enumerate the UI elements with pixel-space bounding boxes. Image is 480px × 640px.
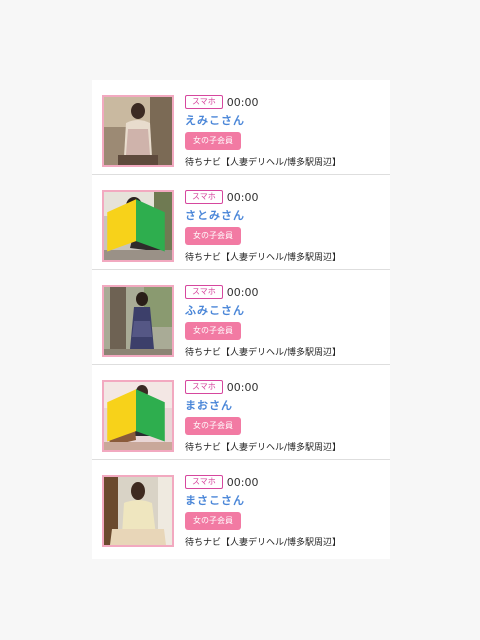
- girl-name-link[interactable]: まおさん: [185, 399, 385, 413]
- time-text: 00:00: [226, 95, 259, 109]
- member-badge: 女の子会員: [185, 417, 241, 435]
- list-item[interactable]: スマホ 00:00 えみこさん 女の子会員 待ちナビ【人妻デリヘル/博多駅周辺】: [92, 80, 390, 175]
- shop-name: 待ちナビ【人妻デリヘル/博多駅周辺】: [185, 443, 342, 453]
- member-badge: 女の子会員: [185, 132, 241, 150]
- photo-image: [104, 287, 172, 355]
- list-item[interactable]: スマホ 00:00 ふみこさん 女の子会員 待ちナビ【人妻デリヘル/博多駅周辺】: [92, 270, 390, 365]
- time-text: 00:00: [226, 380, 259, 394]
- time-text: 00:00: [226, 475, 259, 489]
- device-badge: スマホ: [185, 475, 223, 489]
- device-badge: スマホ: [185, 95, 223, 109]
- shop-name: 待ちナビ【人妻デリヘル/博多駅周辺】: [185, 348, 342, 358]
- profile-photo[interactable]: [102, 285, 174, 357]
- item-info: スマホ 00:00 ふみこさん 女の子会員 待ちナビ【人妻デリヘル/博多駅周辺】: [185, 285, 385, 358]
- shop-name: 待ちナビ【人妻デリヘル/博多駅周辺】: [185, 158, 342, 168]
- profile-photo[interactable]: [102, 95, 174, 167]
- beginner-mark-icon: [107, 389, 165, 442]
- girl-list: スマホ 00:00 えみこさん 女の子会員 待ちナビ【人妻デリヘル/博多駅周辺】: [92, 80, 390, 559]
- item-info: スマホ 00:00 まおさん 女の子会員 待ちナビ【人妻デリヘル/博多駅周辺】: [185, 380, 385, 453]
- member-badge: 女の子会員: [185, 227, 241, 245]
- item-info: スマホ 00:00 さとみさん 女の子会員 待ちナビ【人妻デリヘル/博多駅周辺】: [185, 190, 385, 263]
- time-text: 00:00: [226, 190, 259, 204]
- member-badge: 女の子会員: [185, 322, 241, 340]
- girl-name-link[interactable]: まさこさん: [185, 494, 385, 508]
- profile-photo[interactable]: [102, 475, 174, 547]
- girl-name-link[interactable]: ふみこさん: [185, 304, 385, 318]
- device-badge: スマホ: [185, 190, 223, 204]
- girl-name-link[interactable]: さとみさん: [185, 209, 385, 223]
- list-item[interactable]: スマホ 00:00 さとみさん 女の子会員 待ちナビ【人妻デリヘル/博多駅周辺】: [92, 175, 390, 270]
- girl-name-link[interactable]: えみこさん: [185, 114, 385, 128]
- list-item[interactable]: スマホ 00:00 まおさん 女の子会員 待ちナビ【人妻デリヘル/博多駅周辺】: [92, 365, 390, 460]
- time-text: 00:00: [226, 285, 259, 299]
- list-item[interactable]: スマホ 00:00 まさこさん 女の子会員 待ちナビ【人妻デリヘル/博多駅周辺】: [92, 460, 390, 555]
- photo-image: [104, 477, 172, 545]
- beginner-mark-icon: [107, 199, 165, 252]
- photo-image: [104, 97, 172, 165]
- item-info: スマホ 00:00 まさこさん 女の子会員 待ちナビ【人妻デリヘル/博多駅周辺】: [185, 475, 385, 548]
- member-badge: 女の子会員: [185, 512, 241, 530]
- item-info: スマホ 00:00 えみこさん 女の子会員 待ちナビ【人妻デリヘル/博多駅周辺】: [185, 95, 385, 168]
- profile-photo[interactable]: [102, 190, 174, 262]
- device-badge: スマホ: [185, 380, 223, 394]
- device-badge: スマホ: [185, 285, 223, 299]
- shop-name: 待ちナビ【人妻デリヘル/博多駅周辺】: [185, 253, 342, 263]
- profile-photo[interactable]: [102, 380, 174, 452]
- shop-name: 待ちナビ【人妻デリヘル/博多駅周辺】: [185, 538, 342, 548]
